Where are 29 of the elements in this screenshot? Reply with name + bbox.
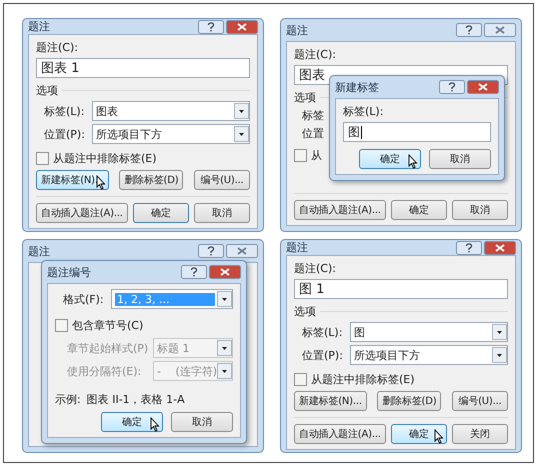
checkbox-label: 包含章节号(C) bbox=[72, 318, 144, 333]
caption-label: 题注(C): bbox=[294, 47, 336, 62]
field-label: 位置(P): bbox=[44, 126, 86, 142]
dialog-title: 新建标签 bbox=[335, 80, 379, 94]
field-label: 标签(L): bbox=[343, 104, 384, 119]
dialog-title: 题注 bbox=[286, 22, 308, 38]
field-label: 标签 bbox=[302, 108, 324, 123]
format-value: 1, 2, 3, ... bbox=[115, 292, 215, 306]
field-label: 格式(F): bbox=[63, 292, 105, 306]
checkbox-label: 从题注中排除标签(E) bbox=[53, 151, 157, 166]
options-heading: 选项 bbox=[294, 304, 316, 319]
dialog-title: 题注编号 bbox=[47, 264, 91, 280]
field-label: 章节起始样式(P) bbox=[67, 340, 149, 356]
dialog-title: 题注 bbox=[28, 244, 50, 258]
field-label: 位置(P): bbox=[302, 348, 344, 362]
dialog-title: 题注 bbox=[28, 19, 50, 34]
caption-label: 题注(C): bbox=[36, 40, 78, 55]
options-heading: 选项 bbox=[36, 83, 58, 98]
example-label: 示例: bbox=[55, 392, 81, 407]
example-text: 图表 II-1，表格 1-A bbox=[86, 392, 185, 407]
checkbox-label: 从题注中排除标签(E) bbox=[311, 372, 415, 387]
field-label: 标签(L): bbox=[302, 324, 344, 340]
options-heading: 选项 bbox=[294, 90, 316, 105]
checkbox-label: 从 bbox=[311, 148, 322, 163]
caption-label: 题注(C): bbox=[294, 261, 336, 276]
field-label: 标签(L): bbox=[44, 104, 86, 118]
dialog-title: 题注 bbox=[286, 240, 308, 255]
field-label: 位置 bbox=[302, 126, 324, 141]
field-label: 使用分隔符(E): bbox=[67, 364, 142, 378]
